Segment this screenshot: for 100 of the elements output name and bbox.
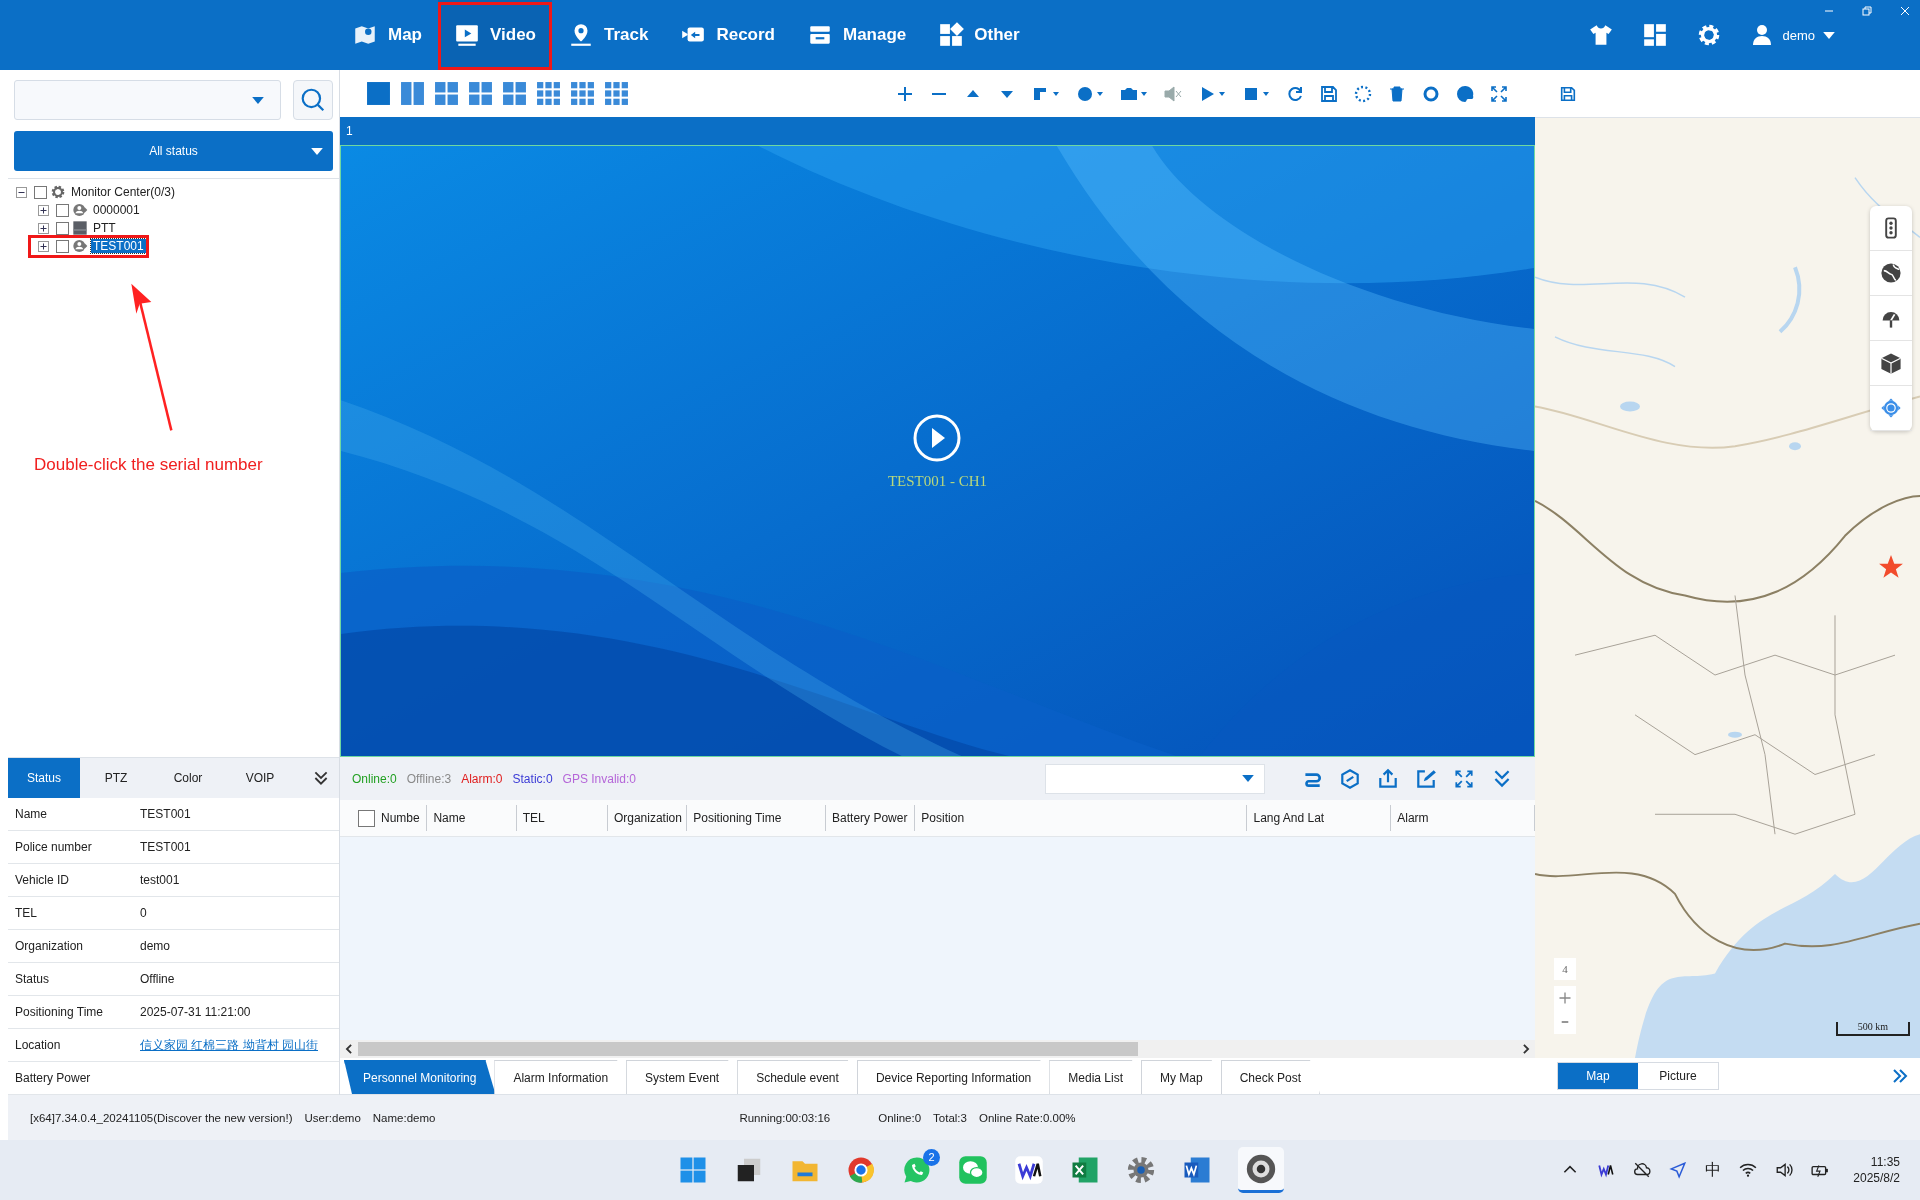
field-value: TEST001 [140,807,191,821]
column-header[interactable]: Battery Power [832,811,908,825]
checkbox[interactable] [56,221,69,235]
volume-icon[interactable] [1775,1161,1794,1179]
bottom-tab[interactable]: Check Post [1220,1060,1321,1094]
nav-tab[interactable]: Track [552,0,665,70]
column-header[interactable]: Name [433,811,466,825]
column-header[interactable]: TEL [522,811,545,825]
field-label: Name [15,807,48,821]
fullscreen-icon[interactable] [1489,83,1509,104]
expand-toggle-icon[interactable] [38,240,49,252]
tree-item[interactable]: 0000001 [91,203,142,217]
spreadsheet-icon[interactable] [1070,1155,1100,1185]
clock-time[interactable]: 11:35 [1870,1155,1900,1169]
panel-tab[interactable]: VOIP [224,758,296,798]
panel-tab[interactable]: Status [8,758,80,798]
column-header[interactable]: Numbe [381,811,420,825]
field-value: test001 [140,873,180,887]
search-button[interactable] [293,80,333,120]
online-rate: Online Rate:0.00% [978,1111,1076,1124]
field-label: Vehicle ID [15,873,71,887]
location-arrow-icon[interactable] [1669,1161,1688,1179]
user-icon [72,238,88,254]
sixteen-grid-layout-icon[interactable] [604,81,629,106]
ten-grid-layout-icon[interactable] [570,81,595,106]
close-icon[interactable] [1900,6,1910,16]
running-time: Running:00:03:16 [739,1111,831,1124]
tree-item[interactable]: Monitor Center(0/3) [69,185,178,199]
clock-date[interactable]: 2025/8/2 [1853,1171,1900,1185]
notification-badge: 2 [923,1149,940,1166]
total-count: Total:3 [933,1111,967,1124]
column-header[interactable]: Lang And Lat [1253,811,1325,825]
double-chevron-icon[interactable] [312,769,330,787]
channel-caption: TEST001 - CH1 [887,472,988,490]
restore-icon[interactable] [1862,6,1872,16]
chat-icon[interactable] [902,1155,932,1185]
nav-tab[interactable]: Other [922,0,1036,70]
loading-icon[interactable] [1353,83,1373,104]
edit-icon[interactable] [1415,767,1437,790]
scrollbar-thumb[interactable] [358,1042,1138,1056]
wifi-icon[interactable] [1739,1161,1758,1179]
active-app[interactable] [1238,1147,1284,1193]
field-label: Positioning Time [15,1005,105,1019]
trash-icon[interactable] [1387,83,1407,104]
checkbox[interactable] [34,185,47,199]
expand-toggle-icon[interactable] [38,222,49,234]
checkbox[interactable] [56,203,69,217]
shirt-icon[interactable] [1588,22,1615,48]
name-text: Name:demo [372,1111,436,1124]
select-all-checkbox[interactable] [358,809,375,827]
nav-tab[interactable]: Record [664,0,791,70]
app-icon[interactable] [1014,1155,1044,1185]
nav-tab[interactable]: Video [438,0,552,70]
column-header[interactable]: Position [921,811,965,825]
eight-grid-layout-icon[interactable] [502,81,527,106]
export-icon[interactable] [1377,767,1399,790]
save-icon[interactable] [1559,84,1577,103]
track-tab-icon [568,22,594,48]
browser-icon[interactable] [846,1155,876,1185]
horizontal-scrollbar[interactable] [340,1040,1535,1058]
bottom-tab[interactable]: Device Reporting Information [856,1060,1051,1094]
nav-tab[interactable]: Map [336,0,438,70]
play-icon[interactable] [912,412,963,463]
view-tab[interactable]: Map [1558,1063,1638,1089]
expand-toggle-icon[interactable] [38,204,49,216]
fullscreen-icon[interactable] [1453,767,1475,790]
windows-icon[interactable] [678,1155,708,1185]
hexagon-icon[interactable] [1339,767,1361,790]
gear-icon [50,184,66,200]
other-tab-icon [938,22,965,48]
quad-grid-layout-icon[interactable] [434,81,459,106]
panel-tab[interactable]: Color [152,758,224,798]
field-label: Battery Power [15,1071,92,1085]
field-value: demo [140,939,171,953]
collapse-toggle-icon[interactable] [16,186,27,198]
document-icon[interactable] [1182,1155,1212,1185]
search-icon [300,87,326,113]
window-number: 1 [346,124,353,138]
tree-item[interactable]: TEST001 [91,239,146,253]
panel-tab[interactable]: PTZ [80,758,152,798]
nine-grid-layout-icon[interactable] [536,81,561,106]
dashboard-icon[interactable] [1642,22,1669,48]
nav-tab[interactable]: Manage [791,0,923,70]
column-header[interactable]: Positioning Time [693,811,782,825]
status-count: GPS Invalid:0 [562,771,636,786]
settings-icon[interactable] [1126,1155,1156,1185]
user-menu[interactable]: demo [1750,23,1835,47]
checkbox[interactable] [56,239,69,253]
bottom-tab[interactable]: Personnel Monitoring [344,1060,496,1094]
input-method[interactable]: 中 [1705,1159,1722,1181]
column-header[interactable]: Organization [613,811,682,825]
single-grid-layout-icon[interactable] [366,81,391,106]
save-icon[interactable] [1319,83,1339,104]
tree-item[interactable]: PTT [91,221,118,235]
location-link[interactable]: 信义家园 红棉三路 坳背村 园山街 [140,1036,318,1054]
status-dropdown[interactable]: All status [14,131,333,171]
six-grid-layout-icon[interactable] [468,81,493,106]
cloud-off-icon[interactable] [1633,1161,1652,1179]
double-grid-layout-icon[interactable] [400,81,425,106]
column-header[interactable]: Alarm [1397,811,1429,825]
